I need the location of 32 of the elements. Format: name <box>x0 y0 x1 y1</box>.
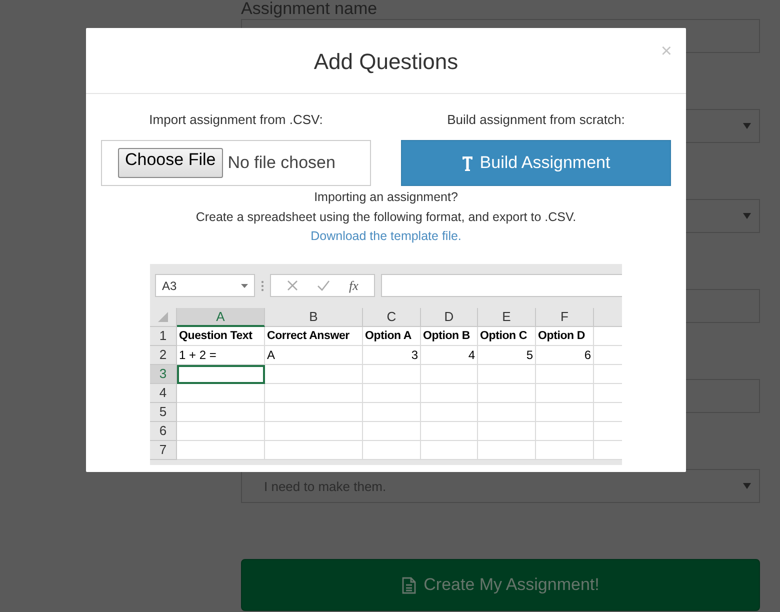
modal-title: Add Questions <box>314 48 458 74</box>
table-cell: 1 + 2 = <box>177 346 265 364</box>
help-text: Importing an assignment? <box>314 189 458 206</box>
table-cell: A <box>265 346 363 364</box>
import-label: Import assignment from .CSV: <box>149 112 323 129</box>
section-heading: Assignment name <box>241 0 378 18</box>
row-header: 7 <box>150 440 177 460</box>
row-header: 3 <box>150 364 177 384</box>
function-symbol: fx <box>349 278 358 294</box>
table-cell: Question Text <box>177 326 265 346</box>
row-header: 4 <box>150 384 177 402</box>
row-header: 6 <box>150 422 177 440</box>
column-header: E <box>478 308 536 326</box>
table-cell: Correct Answer <box>265 326 363 346</box>
column-header: B <box>265 308 363 326</box>
column-header: F <box>536 308 594 326</box>
column-header: C <box>363 308 421 326</box>
table-cell: Option C <box>478 326 536 346</box>
row-header: 2 <box>150 346 177 364</box>
help-text: Create a spreadsheet using the following format, and export to .CSV. <box>196 208 576 226</box>
table-cell: 5 <box>478 346 536 364</box>
name-box: A3 <box>155 274 255 297</box>
build-label: Build assignment from scratch: <box>447 112 625 129</box>
table-cell: 3 <box>363 346 421 364</box>
row-header: 5 <box>150 402 177 422</box>
column-header: A <box>177 308 265 326</box>
file-status: No file chosen <box>228 153 336 173</box>
row-header: 1 <box>150 326 177 346</box>
table-cell: 4 <box>421 346 478 364</box>
table-cell: Option B <box>421 326 478 346</box>
table-cell: Option A <box>363 326 421 346</box>
column-header: D <box>421 308 478 326</box>
